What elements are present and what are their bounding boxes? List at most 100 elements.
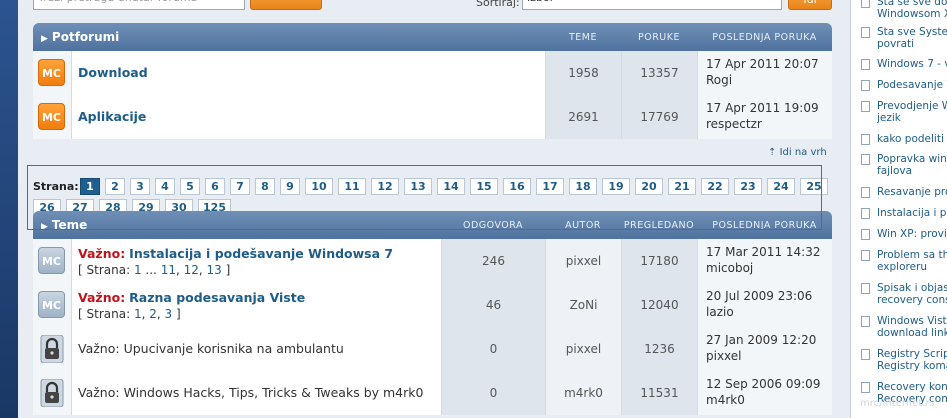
sidebar-link-label: Instalacija i pod [877, 207, 947, 219]
topic-mc-icon: MC [38, 291, 65, 318]
topic-pages: [ Strana: 1, 2, 3 ] [78, 307, 181, 321]
sidebar-link-label: Podesavanje W [877, 79, 947, 91]
topic-replies: 46 [441, 283, 545, 327]
last-post-date: 27 Jan 2009 12:20 [706, 333, 817, 347]
topic-page-link[interactable]: 11 [161, 263, 176, 277]
topic-icon-cell [33, 371, 71, 415]
sort-go-button[interactable]: Idi [788, 0, 832, 10]
topic-title-cell: Važno: Upucivanje korisnika na ambulantu [71, 327, 441, 371]
topic-page-link[interactable]: 3 [165, 307, 173, 321]
topic-list: MC Važno: Instalacija i podešavanje Windo… [33, 239, 832, 415]
forum-posts: 13357 [621, 51, 697, 95]
browser-page: Traži pretragu unutar foruma Sortiraj: I… [0, 0, 947, 418]
collapse-arrow-icon[interactable]: ▶ [41, 34, 48, 44]
sidebar-link-label: Popravka wind [877, 153, 947, 165]
search-button[interactable] [250, 0, 322, 10]
topic-author[interactable]: m4rk0 [545, 371, 621, 415]
go-top-link[interactable]: ⇡ Idi na vrh [768, 147, 827, 158]
sidebar-link-label: povrati [877, 38, 915, 50]
last-post-user[interactable]: lazio [706, 304, 832, 320]
topic-views: 17180 [621, 239, 697, 283]
topic-last-post: 12 Sep 2006 09:09 m4rk0 [697, 371, 832, 415]
last-post-date: 12 Sep 2006 09:09 [706, 377, 821, 391]
sort-label: Sortiraj: [476, 0, 520, 9]
last-post-date: 20 Jul 2009 23:06 [706, 289, 813, 303]
topics-panel: ▶ Teme ODGOVORA AUTOR PREGLEDANO POSLEDNJ… [33, 211, 832, 415]
document-icon [861, 187, 870, 198]
col-topics: TEME [568, 32, 597, 43]
important-label: Važno: [78, 341, 120, 356]
lock-icon [40, 335, 64, 363]
subforums-panel: ▶ Potforumi TEME PORUKE POSLEDNJA PORUKA … [33, 23, 832, 139]
sidebar-link-label: Windowsom XP [877, 8, 947, 20]
subforum-row: MC Download 1958 13357 17 Apr 2011 20:07… [33, 51, 832, 95]
topic-icon-cell: MC [33, 283, 71, 327]
topic-row: Važno: Windows Hacks, Tips, Tricks & Twe… [33, 371, 832, 415]
topic-link[interactable]: Razna podesavanja Viste [129, 290, 305, 305]
topic-replies: 0 [441, 371, 545, 415]
forum-link-aplikacije[interactable]: Aplikacije [78, 109, 146, 124]
topic-author[interactable]: pixxel [545, 239, 621, 283]
topic-page-link[interactable]: 1 [134, 307, 142, 321]
sidebar-link-label: Recovery konz [877, 381, 947, 393]
sort-select[interactable]: Izbor [522, 0, 782, 10]
document-icon [861, 101, 870, 112]
forum-icon-cell: MC [33, 51, 71, 95]
topic-page-link[interactable]: 1 [134, 263, 142, 277]
topic-views: 1236 [621, 327, 697, 371]
col-posts: PORUKE [638, 32, 680, 43]
forum-mc-icon: MC [38, 59, 65, 86]
sidebar-link-label: Registry koman [877, 360, 947, 372]
topic-link[interactable]: Windows Hacks, Tips, Tricks & Tweaks by … [124, 385, 424, 400]
sidebar-link-label: download links [877, 327, 947, 339]
sidebar-link-label: Sta sve System [877, 26, 947, 38]
document-icon [861, 250, 870, 261]
sidebar-link-label: Prevodjenje W [877, 100, 947, 112]
last-post-date: 17 Apr 2011 19:09 [706, 101, 819, 115]
sidebar-link-label: Registry Script [877, 348, 947, 360]
topic-author[interactable]: pixxel [545, 327, 621, 371]
forum-posts: 17769 [621, 95, 697, 139]
document-icon [861, 27, 870, 38]
right-sidebar: Sta se sve dogodiWindowsom XP Sta sve Sys… [850, 0, 947, 418]
last-post-user[interactable]: micoboj [706, 260, 832, 276]
last-post-user[interactable]: respectzr [706, 116, 832, 132]
topic-page-link[interactable]: 12 [184, 263, 199, 277]
topic-replies: 246 [441, 239, 545, 283]
sidebar-link-label: Win XP: provid [877, 228, 947, 240]
watermark: mrc/Internet.rs [860, 398, 935, 409]
last-post-user[interactable]: Rogi [706, 72, 832, 88]
topic-page-link[interactable]: 13 [207, 263, 222, 277]
topic-author[interactable]: ZoNi [545, 283, 621, 327]
important-label: Važno: [78, 290, 126, 305]
topic-link[interactable]: Instalacija i podešavanje Windowsa 7 [129, 246, 393, 261]
last-post-user[interactable]: m4rk0 [706, 392, 832, 408]
document-icon [861, 229, 870, 240]
sidebar-link-label: Spisak i objasn [877, 282, 947, 294]
document-icon [861, 283, 870, 294]
forum-mc-icon: MC [38, 103, 65, 130]
subforum-row: MC Aplikacije 2691 17769 17 Apr 2011 19:… [33, 95, 832, 139]
sidebar-link-label: kako podeliti isc [877, 133, 947, 145]
last-post-date: 17 Apr 2011 20:07 [706, 57, 819, 71]
sidebar-link-label: Windows Vista [877, 315, 947, 327]
important-label: Važno: [78, 385, 120, 400]
forum-search-input[interactable]: Traži pretragu unutar foruma [33, 0, 245, 10]
topic-views: 12040 [621, 283, 697, 327]
top-search-strip: Traži pretragu unutar foruma Sortiraj: I… [18, 0, 850, 14]
forum-name-cell: Aplikacije [71, 95, 545, 139]
document-icon [861, 59, 870, 70]
last-post-user[interactable]: pixxel [706, 348, 832, 364]
pages-prefix: [ Strana: [78, 307, 131, 321]
topic-title: Važno: Razna podesavanja Viste [78, 290, 305, 305]
forum-main: Traži pretragu unutar foruma Sortiraj: I… [18, 0, 850, 418]
sidebar-link-label: Windows 7 - va [877, 58, 947, 70]
topic-link[interactable]: Upucivanje korisnika na ambulantu [124, 341, 344, 356]
topic-replies: 0 [441, 327, 545, 371]
forum-last-post: 17 Apr 2011 19:09 respectzr [697, 95, 832, 139]
up-arrow-icon: ⇡ [768, 147, 780, 158]
sidebar-link-label: exploreru [877, 261, 928, 273]
topic-title: Važno: Windows Hacks, Tips, Tricks & Twe… [78, 385, 423, 400]
topic-page-link[interactable]: 2 [149, 307, 157, 321]
forum-link-download[interactable]: Download [78, 65, 148, 80]
